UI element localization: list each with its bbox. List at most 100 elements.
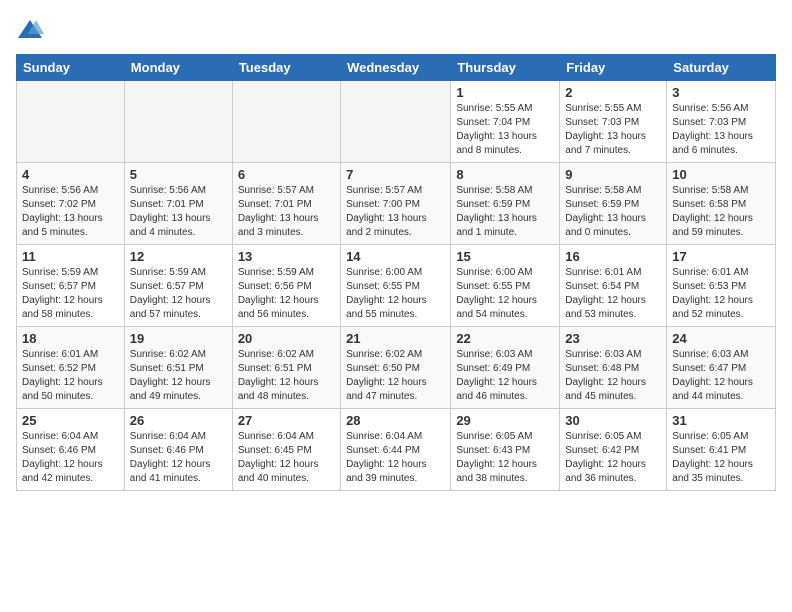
day-info: Sunrise: 6:04 AM Sunset: 6:46 PM Dayligh… [130, 430, 227, 486]
calendar-cell: 17 Sunrise: 6:01 AM Sunset: 6:53 PM Dayli… [667, 245, 776, 327]
day-info: Sunrise: 6:03 AM Sunset: 6:49 PM Dayligh… [456, 348, 554, 404]
page-header [16, 16, 776, 44]
calendar-cell: 18 Sunrise: 6:01 AM Sunset: 6:52 PM Dayli… [17, 327, 125, 409]
day-info: Sunrise: 6:00 AM Sunset: 6:55 PM Dayligh… [456, 266, 554, 322]
calendar-header-row: SundayMondayTuesdayWednesdayThursdayFrid… [17, 55, 776, 81]
day-number: 31 [672, 413, 770, 428]
day-info: Sunrise: 6:04 AM Sunset: 6:45 PM Dayligh… [238, 430, 335, 486]
calendar-cell: 7Sunrise: 5:57 AM Sunset: 7:00 PM Daylig… [341, 163, 451, 245]
day-header-saturday: Saturday [667, 55, 776, 81]
day-info: Sunrise: 6:03 AM Sunset: 6:48 PM Dayligh… [565, 348, 661, 404]
day-number: 13 [238, 249, 335, 264]
day-info: Sunrise: 5:59 AM Sunset: 6:57 PM Dayligh… [130, 266, 227, 322]
calendar-cell: 6 Sunrise: 5:57 AM Sunset: 7:01 PM Daylig… [232, 163, 340, 245]
day-info: Sunrise: 5:58 AM Sunset: 6:59 PM Dayligh… [456, 184, 554, 240]
day-number: 27 [238, 413, 335, 428]
logo-icon [16, 16, 44, 44]
day-number: 17 [672, 249, 770, 264]
calendar-cell: 8 Sunrise: 5:58 AM Sunset: 6:59 PM Daylig… [451, 163, 560, 245]
day-info: Sunrise: 6:04 AM Sunset: 6:44 PM Dayligh… [346, 430, 445, 486]
calendar-cell: 1 Sunrise: 5:55 AM Sunset: 7:04 PM Daylig… [451, 81, 560, 163]
day-number: 2 [565, 85, 661, 100]
calendar-cell: 26 Sunrise: 6:04 AM Sunset: 6:46 PM Dayli… [124, 409, 232, 491]
day-header-tuesday: Tuesday [232, 55, 340, 81]
calendar-cell: 3 Sunrise: 5:56 AM Sunset: 7:03 PM Daylig… [667, 81, 776, 163]
day-number: 16 [565, 249, 661, 264]
day-info: Sunrise: 5:56 AM Sunset: 7:03 PM Dayligh… [672, 102, 770, 158]
calendar-cell: 29 Sunrise: 6:05 AM Sunset: 6:43 PM Dayli… [451, 409, 560, 491]
day-header-sunday: Sunday [17, 55, 125, 81]
day-header-friday: Friday [560, 55, 667, 81]
calendar-cell: 14Sunrise: 6:00 AM Sunset: 6:55 PM Dayli… [341, 245, 451, 327]
day-info: Sunrise: 5:59 AM Sunset: 6:56 PM Dayligh… [238, 266, 335, 322]
calendar-cell: 12 Sunrise: 5:59 AM Sunset: 6:57 PM Dayli… [124, 245, 232, 327]
day-info: Sunrise: 6:03 AM Sunset: 6:47 PM Dayligh… [672, 348, 770, 404]
day-number: 6 [238, 167, 335, 182]
calendar-cell: 5Sunrise: 5:56 AM Sunset: 7:01 PM Daylig… [124, 163, 232, 245]
day-number: 25 [22, 413, 119, 428]
day-info: Sunrise: 6:05 AM Sunset: 6:43 PM Dayligh… [456, 430, 554, 486]
day-info: Sunrise: 6:01 AM Sunset: 6:54 PM Dayligh… [565, 266, 661, 322]
day-number: 30 [565, 413, 661, 428]
day-number: 18 [22, 331, 119, 346]
day-number: 5 [130, 167, 227, 182]
day-info: Sunrise: 5:55 AM Sunset: 7:03 PM Dayligh… [565, 102, 661, 158]
calendar-week-5: 25 Sunrise: 6:04 AM Sunset: 6:46 PM Dayli… [17, 409, 776, 491]
day-info: Sunrise: 6:01 AM Sunset: 6:53 PM Dayligh… [672, 266, 770, 322]
calendar-week-2: 4 Sunrise: 5:56 AM Sunset: 7:02 PM Daylig… [17, 163, 776, 245]
calendar-week-3: 11Sunrise: 5:59 AM Sunset: 6:57 PM Dayli… [17, 245, 776, 327]
day-info: Sunrise: 6:05 AM Sunset: 6:42 PM Dayligh… [565, 430, 661, 486]
day-number: 15 [456, 249, 554, 264]
day-number: 23 [565, 331, 661, 346]
calendar-week-1: 1 Sunrise: 5:55 AM Sunset: 7:04 PM Daylig… [17, 81, 776, 163]
calendar-cell [341, 81, 451, 163]
day-info: Sunrise: 6:02 AM Sunset: 6:51 PM Dayligh… [130, 348, 227, 404]
day-info: Sunrise: 5:58 AM Sunset: 6:59 PM Dayligh… [565, 184, 661, 240]
day-info: Sunrise: 5:55 AM Sunset: 7:04 PM Dayligh… [456, 102, 554, 158]
calendar-cell: 27 Sunrise: 6:04 AM Sunset: 6:45 PM Dayli… [232, 409, 340, 491]
day-number: 29 [456, 413, 554, 428]
day-number: 3 [672, 85, 770, 100]
day-info: Sunrise: 6:00 AM Sunset: 6:55 PM Dayligh… [346, 266, 445, 322]
day-number: 22 [456, 331, 554, 346]
day-info: Sunrise: 6:02 AM Sunset: 6:51 PM Dayligh… [238, 348, 335, 404]
day-header-wednesday: Wednesday [341, 55, 451, 81]
day-header-monday: Monday [124, 55, 232, 81]
day-info: Sunrise: 5:59 AM Sunset: 6:57 PM Dayligh… [22, 266, 119, 322]
calendar-cell: 22 Sunrise: 6:03 AM Sunset: 6:49 PM Dayli… [451, 327, 560, 409]
day-number: 8 [456, 167, 554, 182]
day-info: Sunrise: 6:02 AM Sunset: 6:50 PM Dayligh… [346, 348, 445, 404]
calendar-cell: 28 Sunrise: 6:04 AM Sunset: 6:44 PM Dayli… [341, 409, 451, 491]
calendar-cell: 10 Sunrise: 5:58 AM Sunset: 6:58 PM Dayli… [667, 163, 776, 245]
calendar-cell [232, 81, 340, 163]
day-number: 28 [346, 413, 445, 428]
day-number: 4 [22, 167, 119, 182]
calendar-cell: 19 Sunrise: 6:02 AM Sunset: 6:51 PM Dayli… [124, 327, 232, 409]
day-header-thursday: Thursday [451, 55, 560, 81]
day-number: 19 [130, 331, 227, 346]
day-number: 7 [346, 167, 445, 182]
day-info: Sunrise: 5:58 AM Sunset: 6:58 PM Dayligh… [672, 184, 770, 240]
calendar-cell: 24 Sunrise: 6:03 AM Sunset: 6:47 PM Dayli… [667, 327, 776, 409]
calendar-cell: 11Sunrise: 5:59 AM Sunset: 6:57 PM Dayli… [17, 245, 125, 327]
day-number: 9 [565, 167, 661, 182]
calendar-cell: 4 Sunrise: 5:56 AM Sunset: 7:02 PM Daylig… [17, 163, 125, 245]
calendar-cell: 2 Sunrise: 5:55 AM Sunset: 7:03 PM Daylig… [560, 81, 667, 163]
day-info: Sunrise: 6:05 AM Sunset: 6:41 PM Dayligh… [672, 430, 770, 486]
day-info: Sunrise: 6:04 AM Sunset: 6:46 PM Dayligh… [22, 430, 119, 486]
day-number: 1 [456, 85, 554, 100]
calendar-week-4: 18 Sunrise: 6:01 AM Sunset: 6:52 PM Dayli… [17, 327, 776, 409]
day-info: Sunrise: 5:57 AM Sunset: 7:01 PM Dayligh… [238, 184, 335, 240]
day-info: Sunrise: 6:01 AM Sunset: 6:52 PM Dayligh… [22, 348, 119, 404]
calendar-cell: 23 Sunrise: 6:03 AM Sunset: 6:48 PM Dayli… [560, 327, 667, 409]
day-info: Sunrise: 5:56 AM Sunset: 7:02 PM Dayligh… [22, 184, 119, 240]
day-number: 12 [130, 249, 227, 264]
calendar-cell [17, 81, 125, 163]
day-number: 10 [672, 167, 770, 182]
calendar-cell: 16 Sunrise: 6:01 AM Sunset: 6:54 PM Dayli… [560, 245, 667, 327]
calendar-cell: 13 Sunrise: 5:59 AM Sunset: 6:56 PM Dayli… [232, 245, 340, 327]
day-number: 26 [130, 413, 227, 428]
day-number: 24 [672, 331, 770, 346]
calendar-table: SundayMondayTuesdayWednesdayThursdayFrid… [16, 54, 776, 491]
calendar-cell: 21Sunrise: 6:02 AM Sunset: 6:50 PM Dayli… [341, 327, 451, 409]
